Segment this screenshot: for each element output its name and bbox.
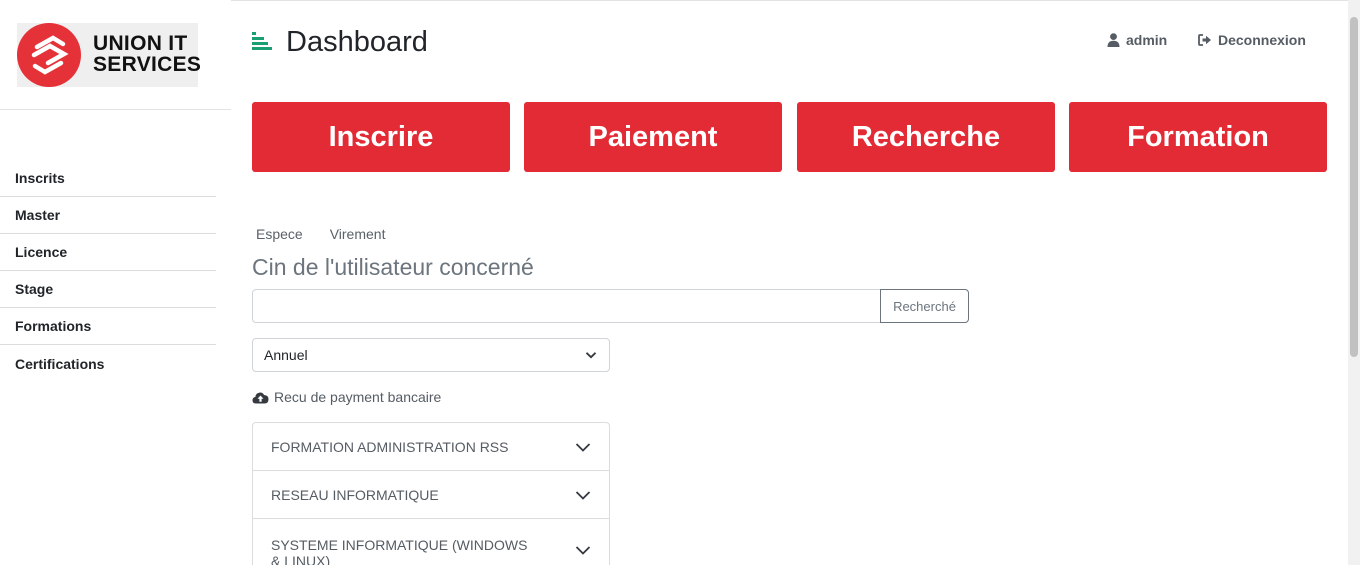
payment-method-tabs: Espece Virement <box>256 226 412 242</box>
upload-receipt-label: Recu de payment bancaire <box>274 389 442 405</box>
sidebar: UNION IT SERVICES Inscrits Master Licenc… <box>0 0 231 565</box>
logout-label: Deconnexion <box>1218 32 1306 48</box>
period-select-value: Annuel <box>264 347 308 363</box>
company-logo[interactable]: UNION IT SERVICES <box>17 23 202 87</box>
sidebar-item-formations[interactable]: Formations <box>0 308 216 345</box>
accordion-item[interactable]: SYSTEME INFORMATIQUE (WINDOWS & LINUX) <box>253 519 609 565</box>
accordion-item[interactable]: FORMATION ADMINISTRATION RSS <box>253 423 609 471</box>
sidebar-nav: Inscrits Master Licence Stage Formations… <box>0 160 216 382</box>
tile-recherche[interactable]: Recherche <box>797 102 1055 172</box>
logo-mark-icon <box>17 23 81 87</box>
scrollbar-thumb[interactable] <box>1350 17 1358 357</box>
chevron-down-icon <box>575 546 591 555</box>
sidebar-item-stage[interactable]: Stage <box>0 271 216 308</box>
period-select[interactable]: Annuel <box>252 338 610 372</box>
section-title: Cin de l'utilisateur concerné <box>252 254 534 280</box>
sidebar-item-certifications[interactable]: Certifications <box>0 345 216 382</box>
tile-paiement[interactable]: Paiement <box>524 102 782 172</box>
page-scrollbar[interactable] <box>1348 0 1360 565</box>
accordion-item[interactable]: RESEAU INFORMATIQUE <box>253 471 609 519</box>
chevron-down-icon <box>585 352 597 359</box>
sidebar-item-licence[interactable]: Licence <box>0 234 216 271</box>
upload-receipt-link[interactable]: Recu de payment bancaire <box>252 389 441 405</box>
accordion-item-label: RESEAU INFORMATIQUE <box>271 486 439 503</box>
tile-inscrire[interactable]: Inscrire <box>252 102 510 172</box>
cloud-upload-icon <box>252 392 269 403</box>
accordion-item-label: SYSTEME INFORMATIQUE (WINDOWS & LINUX) <box>271 537 528 565</box>
tab-espece[interactable]: Espece <box>256 226 303 242</box>
user-icon <box>1107 33 1120 47</box>
accordion-item-label: FORMATION ADMINISTRATION RSS <box>271 438 509 455</box>
cin-search-input[interactable] <box>252 289 881 323</box>
page-title: Dashboard <box>286 26 428 58</box>
formations-accordion: FORMATION ADMINISTRATION RSS RESEAU INFO… <box>252 422 610 565</box>
user-label: admin <box>1126 32 1168 48</box>
list-icon[interactable] <box>252 32 272 50</box>
sidebar-item-inscrits[interactable]: Inscrits <box>0 160 216 197</box>
sidebar-divider <box>0 109 231 110</box>
chevron-down-icon <box>575 491 591 500</box>
logout-link[interactable]: Deconnexion <box>1198 32 1306 48</box>
chevron-down-icon <box>575 443 591 452</box>
user-menu-link[interactable]: admin <box>1107 32 1167 48</box>
sidebar-item-master[interactable]: Master <box>0 197 216 234</box>
sign-out-icon <box>1198 34 1211 46</box>
tile-formation[interactable]: Formation <box>1069 102 1327 172</box>
logo-wordmark: UNION IT SERVICES <box>93 32 202 76</box>
tab-virement[interactable]: Virement <box>330 226 386 242</box>
search-button[interactable]: Recherché <box>880 289 969 323</box>
